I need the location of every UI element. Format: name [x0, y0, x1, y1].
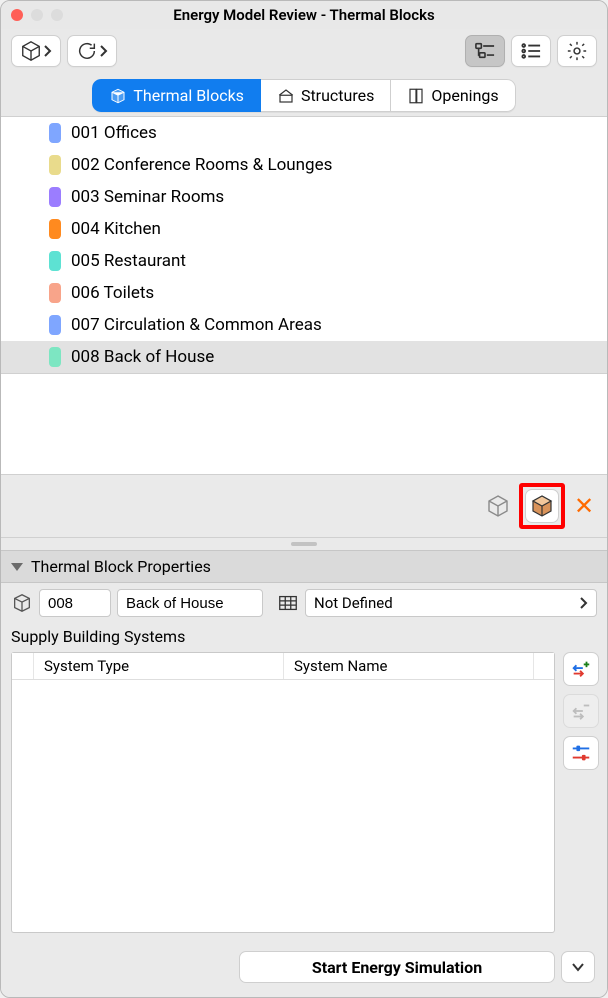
color-chip-icon — [49, 123, 61, 143]
thermal-block-row[interactable]: 001 Offices — [1, 117, 607, 149]
start-options-button[interactable] — [561, 951, 595, 983]
select-value: Not Defined — [314, 594, 393, 612]
disclosure-triangle-icon — [11, 563, 23, 571]
tab-label: Thermal Blocks — [133, 86, 244, 105]
toolbar — [1, 29, 607, 77]
chevron-down-icon — [571, 962, 585, 972]
thermal-block-row[interactable]: 006 Toilets — [1, 277, 607, 309]
thermal-block-row[interactable]: 002 Conference Rooms & Lounges — [1, 149, 607, 181]
systems-table-body[interactable] — [12, 680, 554, 932]
color-chip-icon — [49, 155, 61, 175]
block-label: 002 Conference Rooms & Lounges — [71, 155, 332, 175]
block-label: 006 Toilets — [71, 283, 154, 303]
close-window-dot[interactable] — [11, 9, 23, 21]
solid-cube-icon — [530, 494, 554, 518]
splitter[interactable] — [1, 538, 607, 550]
wire-cube-icon — [486, 494, 510, 518]
list-icon — [520, 41, 542, 61]
refresh-button[interactable] — [67, 35, 117, 67]
clear-selection-button[interactable]: ✕ — [569, 492, 599, 520]
structures-icon — [277, 87, 295, 105]
systems-table-head: System Type System Name — [12, 653, 554, 680]
col-system-type[interactable]: System Type — [34, 653, 284, 679]
block-id-input[interactable] — [39, 589, 111, 617]
thermal-block-row[interactable]: 005 Restaurant — [1, 245, 607, 277]
chevron-right-icon — [578, 596, 588, 610]
block-label: 005 Restaurant — [71, 251, 186, 271]
block-id-icon — [11, 592, 33, 614]
list-view-toggle[interactable] — [511, 35, 551, 67]
block-label: 001 Offices — [71, 123, 157, 143]
systems-area: System Type System Name — [1, 652, 607, 941]
grip-icon — [291, 542, 317, 546]
thermal-block-row[interactable]: 004 Kitchen — [1, 213, 607, 245]
properties-section-header[interactable]: Thermal Block Properties — [1, 550, 607, 583]
window: Energy Model Review - Thermal Blocks — [0, 0, 608, 998]
thermal-block-row[interactable]: 007 Circulation & Common Areas — [1, 309, 607, 341]
add-arrows-icon — [570, 658, 592, 680]
systems-side-buttons — [563, 652, 599, 933]
color-chip-icon — [49, 251, 61, 271]
window-title: Energy Model Review - Thermal Blocks — [1, 6, 607, 24]
close-x-icon: ✕ — [574, 492, 594, 520]
tab-label: Structures — [301, 86, 374, 105]
color-chip-icon — [49, 219, 61, 239]
block-label: 003 Seminar Rooms — [71, 187, 224, 207]
show-in-3d-button[interactable] — [481, 489, 515, 523]
tree-view-toggle[interactable] — [465, 35, 505, 67]
add-system-button[interactable] — [563, 652, 599, 686]
bottom-bar: Start Energy Simulation — [1, 941, 607, 997]
row-handle-col — [12, 653, 34, 679]
properties-id-row: Not Defined — [1, 583, 607, 623]
tab-label: Openings — [431, 86, 498, 105]
minimize-window-dot[interactable] — [31, 9, 43, 21]
grid-icon — [277, 592, 299, 614]
color-chip-icon — [49, 283, 61, 303]
openings-icon — [407, 87, 425, 105]
systems-subheader: Supply Building Systems — [1, 623, 607, 652]
settings-button[interactable] — [557, 35, 597, 67]
cube-icon — [20, 40, 42, 62]
thermal-block-icon — [109, 87, 127, 105]
thermal-block-row[interactable]: 003 Seminar Rooms — [1, 181, 607, 213]
list-empty-area — [1, 374, 607, 474]
operation-profile-select[interactable]: Not Defined — [305, 589, 597, 617]
tab-thermal-blocks[interactable]: Thermal Blocks — [92, 79, 261, 112]
traffic-lights — [11, 9, 63, 21]
col-trailing — [534, 653, 554, 679]
start-label: Start Energy Simulation — [312, 958, 482, 977]
tab-openings[interactable]: Openings — [391, 79, 515, 112]
tree-icon — [474, 41, 496, 61]
highlight-callout — [519, 483, 565, 529]
zoom-window-dot[interactable] — [51, 9, 63, 21]
model-scope-button[interactable] — [11, 35, 61, 67]
thermal-block-list: 001 Offices 002 Conference Rooms & Lounge… — [1, 116, 607, 374]
isolate-in-3d-button[interactable] — [525, 489, 559, 523]
remove-arrows-icon — [570, 700, 592, 722]
block-label: 004 Kitchen — [71, 219, 161, 239]
chevron-right-icon — [98, 44, 108, 58]
start-simulation-button[interactable]: Start Energy Simulation — [239, 951, 555, 983]
col-system-name[interactable]: System Name — [284, 653, 534, 679]
mixer-icon — [570, 742, 592, 764]
systems-table: System Type System Name — [11, 652, 555, 933]
block-label: 008 Back of House — [71, 347, 214, 367]
color-chip-icon — [49, 315, 61, 335]
edit-systems-button[interactable] — [563, 736, 599, 770]
remove-system-button — [563, 694, 599, 728]
title-bar: Energy Model Review - Thermal Blocks — [1, 1, 607, 29]
category-tabs: Thermal Blocks Structures Openings — [1, 77, 607, 116]
color-chip-icon — [49, 347, 61, 367]
block-label: 007 Circulation & Common Areas — [71, 315, 322, 335]
block-name-input[interactable] — [117, 589, 263, 617]
tab-structures[interactable]: Structures — [261, 79, 391, 112]
chevron-right-icon — [42, 44, 52, 58]
color-chip-icon — [49, 187, 61, 207]
section-title: Thermal Block Properties — [31, 557, 211, 576]
thermal-block-row[interactable]: 008 Back of House — [1, 341, 607, 373]
refresh-icon — [76, 40, 98, 62]
gear-icon — [566, 40, 588, 62]
list-footer: ✕ — [1, 474, 607, 538]
